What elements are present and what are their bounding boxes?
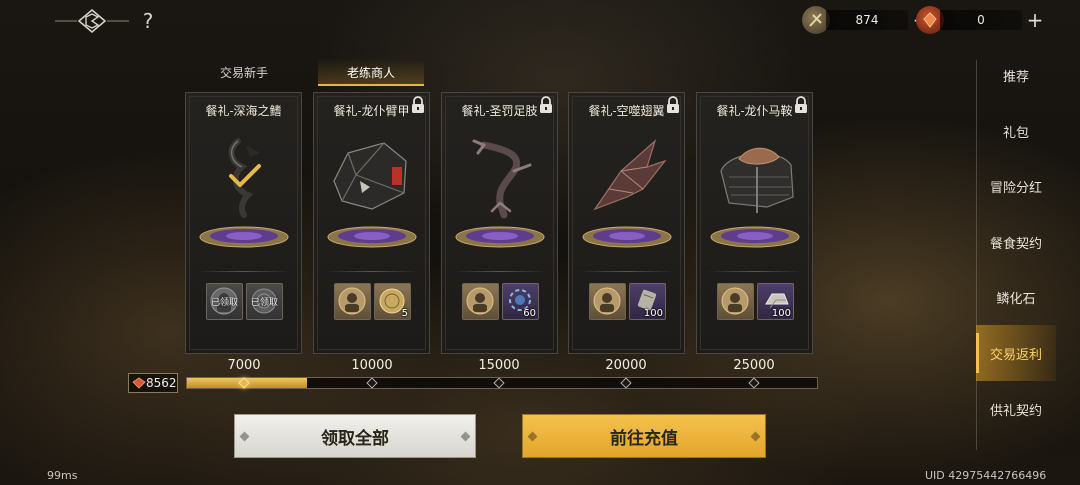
game-logo[interactable] [55,8,129,34]
reward-slot[interactable]: 100 [629,283,666,320]
milestone-node [493,377,505,389]
tab-label: 交易新手 [219,65,268,80]
reward-slot[interactable]: 100 [757,283,794,320]
reward-quantity: 5 [401,308,408,319]
reward-card[interactable]: 餐礼-圣罚足肢 60 [441,92,558,354]
help-button[interactable]: ? [138,9,158,33]
active-tab-underline [318,84,424,86]
latency-indicator: 99ms [47,469,78,482]
claim-all-button[interactable]: 领取全部 [234,414,476,458]
portrait-token-icon [721,287,749,315]
side-menu-recommend[interactable]: 推荐 [976,47,1056,103]
reward-quantity: 60 [523,308,536,319]
milestone-node [748,377,760,389]
recharge-balance: 8562 [128,373,178,393]
portrait-token-icon [593,287,621,315]
tab-newbie-trader[interactable]: 交易新手 [202,58,286,86]
tab-veteran-merchant[interactable]: 老练商人 [318,58,424,86]
milestone-value: 7000 [227,358,261,373]
game-emblem-icon [55,8,129,34]
lock-icon [795,96,807,113]
reward-slot[interactable]: 已领取 [206,283,243,320]
claw-limb-icon [472,139,532,219]
milestone-value: 25000 [733,358,775,373]
pedestal-icon [455,226,545,248]
side-menu-gift-pack[interactable]: 礼包 [976,103,1056,159]
side-menu-food-contract[interactable]: 餐食契约 [976,214,1056,270]
milestone-value: 15000 [478,358,520,373]
gold-amount: 874 [826,10,908,30]
reward-slot[interactable]: 60 [502,283,539,320]
side-menu-scale-fossil[interactable]: 鳞化石 [976,269,1056,325]
lock-icon [412,96,424,113]
side-menu-adventure-dividend[interactable]: 冒险分红 [976,158,1056,214]
side-menu-offering-contract[interactable]: 供礼契约 [976,381,1056,437]
side-menu-label: 交易返利 [989,347,1042,363]
balance-value: 8562 [146,376,177,390]
reward-slot[interactable] [334,283,371,320]
milestone-node [620,377,632,389]
reward-slot[interactable] [589,283,626,320]
tab-label: 老练商人 [346,65,395,80]
milestone-value: 20000 [605,358,647,373]
pedestal-icon [710,226,800,248]
card-title: 餐礼-深海之鳍 [205,104,282,118]
reward-card[interactable]: 餐礼-深海之鳍 已领取 已领取 [185,92,302,354]
currency-gem: 0 + [916,6,1046,34]
side-menu-label: 推荐 [1002,69,1029,85]
side-menu-label: 礼包 [1002,125,1029,141]
reward-quantity: 100 [771,308,791,319]
reward-slot[interactable]: 已领取 [246,283,283,320]
card-divider [579,271,674,272]
user-uid: UID 42975442766496 [925,469,1047,482]
claimed-checkmark-icon [229,164,261,187]
side-menu-label: 供礼契约 [989,403,1042,419]
card-divider [196,271,291,272]
portrait-token-icon [466,287,494,315]
recharge-label: 前往充值 [610,428,678,449]
reward-card[interactable]: 餐礼-龙仆臂甲 5 [313,92,430,354]
reward-slot[interactable] [462,283,499,320]
currency-gold: 874 + [802,6,932,34]
lock-icon [667,96,679,113]
milestone-value: 10000 [351,358,393,373]
portrait-token-icon [338,287,366,315]
red-gem-icon [132,377,146,389]
gem-amount: 0 [940,10,1022,30]
pedestal-icon [327,226,417,248]
add-gem-button[interactable]: + [1024,8,1046,32]
void-wing-icon [593,139,667,211]
side-menu-label: 鳞化石 [996,291,1036,307]
claimed-label: 已领取 [250,298,278,308]
claim-all-label: 领取全部 [321,428,389,449]
pedestal-icon [199,226,289,248]
dragon-armguard-icon [333,142,407,210]
card-divider [707,271,802,272]
side-menu-label: 餐食契约 [989,236,1042,252]
reward-quantity: 100 [643,308,663,319]
progress-bar [186,377,818,389]
pedestal-icon [582,226,672,248]
card-divider [452,271,547,272]
reward-card[interactable]: 餐礼-龙仆马鞍 100 [696,92,813,354]
reward-slot[interactable] [717,283,754,320]
claimed-label: 已领取 [210,298,238,308]
go-recharge-button[interactable]: 前往充值 [522,414,766,458]
dragon-saddle-icon [720,147,794,213]
card-divider [324,271,419,272]
reward-card[interactable]: 餐礼-空噬翅翼 100 [568,92,685,354]
milestone-node [366,377,378,389]
side-menu-trade-rebate[interactable]: 交易返利 [976,325,1056,381]
reward-slot[interactable]: 5 [374,283,411,320]
lock-icon [540,96,552,113]
side-menu-label: 冒险分红 [989,180,1042,196]
